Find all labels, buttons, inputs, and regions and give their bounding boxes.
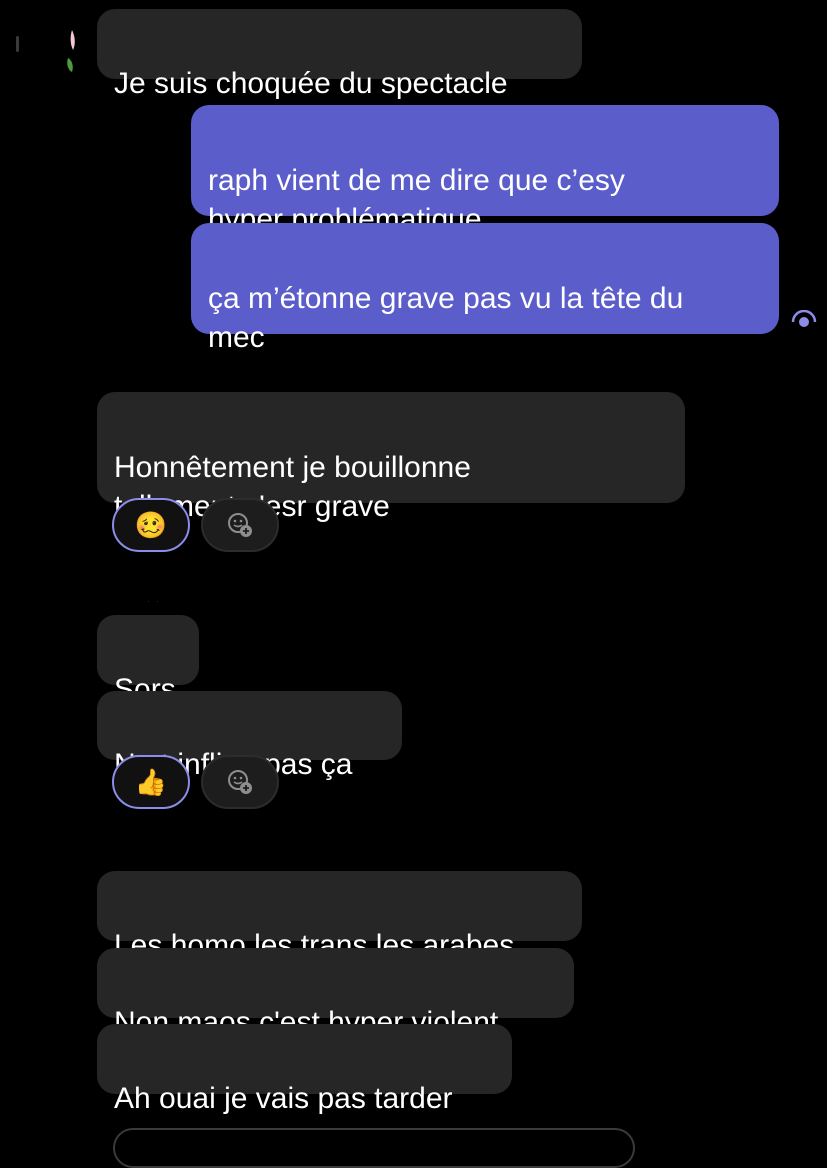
message-bubble-incoming[interactable]: Sors xyxy=(97,615,199,706)
sender-name-fragment xyxy=(115,855,177,863)
message-bubble-incoming[interactable]: Ne t inflige pas ça xyxy=(97,691,402,781)
message-text: ça m’étonne grave pas vu la tête du mec xyxy=(208,282,684,354)
woozy-face-emoji: 🥴 xyxy=(134,510,168,540)
sender-name-fragment xyxy=(100,382,310,390)
seen-indicator-icon xyxy=(791,310,817,327)
message-text: Je suis choquée du spectacle xyxy=(114,67,508,100)
message-bubble-incoming[interactable]: Ah ouai je vais pas tarder xyxy=(97,1024,512,1115)
message-bubble-incoming[interactable]: Les homo les trans les arabes xyxy=(97,871,582,962)
reaction-chip[interactable]: 👍 xyxy=(112,755,190,809)
message-bubble-incoming[interactable]: Non maos c'est hyper violent xyxy=(97,948,574,1039)
avatar-fragment-icon xyxy=(67,30,75,72)
message-bubble-outgoing[interactable]: raph vient de me dire que c’esy hyper pr… xyxy=(191,105,779,236)
message-bubble-outgoing[interactable]: ça m’étonne grave pas vu la tête du mec xyxy=(191,223,779,354)
message-text: Ah ouai je vais pas tarder xyxy=(114,1082,453,1115)
screen-edge-mark xyxy=(16,36,19,52)
message-input-field[interactable] xyxy=(113,1128,635,1168)
smiley-plus-icon xyxy=(228,770,252,794)
reaction-chip[interactable]: 🥴 xyxy=(112,498,190,552)
add-reaction-button[interactable] xyxy=(201,498,279,552)
sender-name-fragment xyxy=(146,594,160,602)
smiley-plus-icon xyxy=(228,513,252,537)
message-bubble-incoming[interactable]: Je suis choquée du spectacle xyxy=(97,9,582,100)
thumbs-up-emoji: 👍 xyxy=(134,767,168,797)
message-bubble-incoming[interactable]: Honnêtement je bouillonne tellement c'es… xyxy=(97,392,685,523)
add-reaction-button[interactable] xyxy=(201,755,279,809)
